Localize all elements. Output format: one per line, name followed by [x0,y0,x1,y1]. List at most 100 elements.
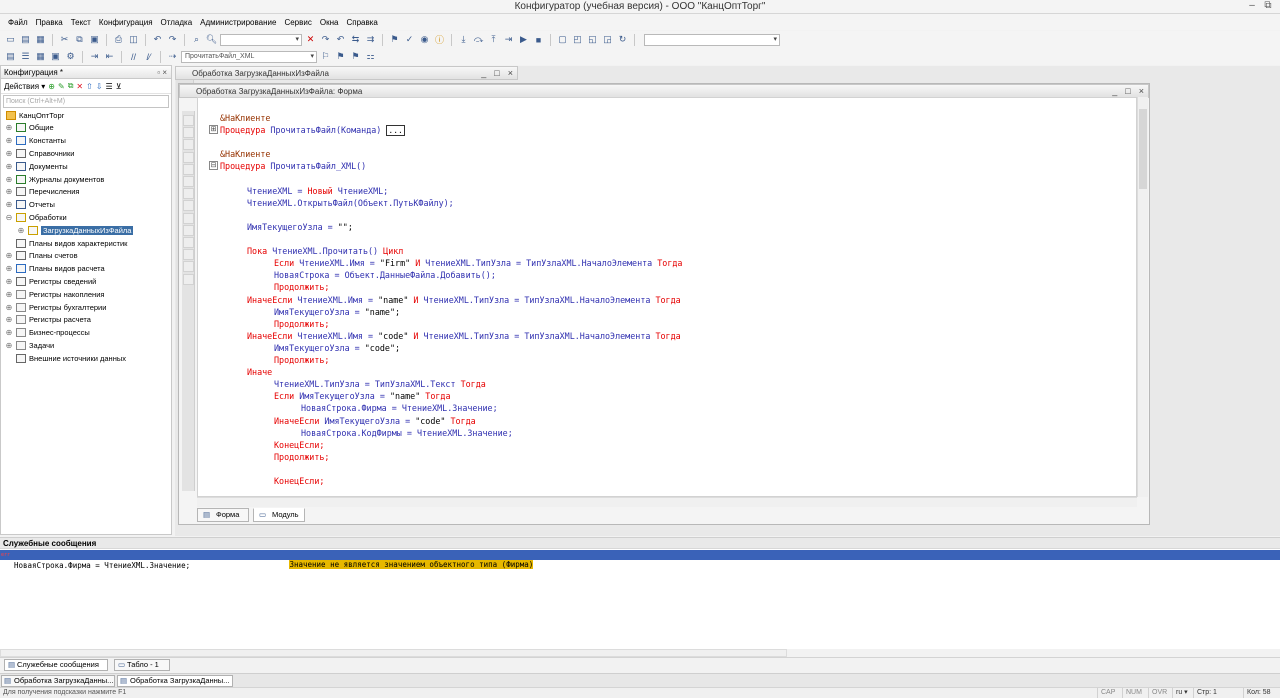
tree-item[interactable]: ⊕ Отчеты [5,199,55,211]
expander-icon[interactable]: ⊕ [5,328,13,337]
taskbar-item[interactable]: ▤ Обработка ЗагрузкаДанны... [1,675,115,687]
tree-item[interactable]: ⊕ Планы счетов [5,250,78,262]
fold-toggle-icon[interactable]: ⊞ [209,125,218,135]
breakpoint-icon[interactable]: ◉ [418,33,431,46]
fold-toggle-icon[interactable]: ⊟ [209,161,218,171]
expander-icon[interactable]: ⊕ [5,162,13,171]
taskbar-item[interactable]: ▤ Обработка ЗагрузкаДанны... [117,675,233,687]
expander-icon[interactable]: ⊕ [17,226,25,235]
menu-item[interactable]: Отладка [157,18,197,27]
prev-bookmark-icon[interactable]: ⚑ [349,50,362,63]
expander-icon[interactable]: ⊕ [5,123,13,132]
menu-item[interactable]: Справка [342,18,381,27]
expander-icon[interactable]: ⊕ [5,200,13,209]
replace-icon[interactable]: ⇆ [349,33,362,46]
expander-icon[interactable]: ⊕ [5,136,13,145]
copy-icon[interactable]: ⧉ [73,33,86,46]
search-combo[interactable]: ▾ [220,33,302,46]
expander-icon[interactable]: ⊕ [5,149,13,158]
new-icon[interactable]: ▭ [4,33,17,46]
code-vertical-scrollbar[interactable] [1137,97,1148,497]
tree-item[interactable]: ⊕ Документы [5,160,68,172]
menu-item[interactable]: Администрирование [196,18,280,27]
find-icon[interactable]: ⌕ [190,33,203,46]
template-icon[interactable]: ▦ [34,50,47,63]
redo-icon[interactable]: ↷ [166,33,179,46]
expander-icon[interactable]: ⊕ [5,277,13,286]
close-icon[interactable]: × [508,67,513,80]
menu-item[interactable]: Окна [316,18,343,27]
tree-item[interactable]: ⊕ Константы [5,135,66,147]
messages-horizontal-scrollbar[interactable] [0,649,787,657]
expander-icon[interactable]: ⊕ [5,341,13,350]
tab-module[interactable]: ▭ Модуль [253,508,305,522]
error-message-line[interactable]: err {Обработка.ЗагрузкаДанныхИзФайла.Форм… [0,550,1280,569]
tree-item[interactable]: ⊕ Перечисления [5,186,79,198]
add-icon[interactable]: ⊕ [48,82,55,91]
tree-item[interactable]: КанцОптТорг [3,109,64,121]
next-bookmark-icon[interactable]: ⚑ [334,50,347,63]
tab-tablo[interactable]: ▭ Табло - 1 [114,659,170,671]
expander-icon[interactable]: ⊕ [5,264,13,273]
clear-bookmarks-icon[interactable]: ⚏ [364,50,377,63]
cascade-icon[interactable]: ◱ [586,33,599,46]
goto-definition-icon[interactable]: ⇢ [166,50,179,63]
collapsed-block-button[interactable]: ... [386,125,405,137]
form-icon[interactable]: ▣ [49,50,62,63]
info-icon[interactable]: ⓘ [433,33,446,46]
clear-icon[interactable]: ✕ [304,33,317,46]
tree-item[interactable]: Внешние источники данных [5,352,126,364]
menu-item[interactable]: Конфигурация [95,18,157,27]
config-combo[interactable]: ▾ [644,33,780,46]
cut-icon[interactable]: ✂ [58,33,71,46]
close-icon[interactable]: ▫ × [157,66,167,79]
tree-item[interactable]: ⊕ Планы видов расчета [5,263,105,275]
indent-icon[interactable]: ⇥ [88,50,101,63]
comment-icon[interactable]: // [127,50,140,63]
wizard-icon[interactable]: ⚙ [64,50,77,63]
step-out-icon[interactable]: ⤒ [487,33,500,46]
menu-item[interactable]: Правка [32,18,67,27]
tab-form[interactable]: ▤ Форма [197,508,249,522]
find-prev-icon[interactable]: ↶ [334,33,347,46]
delete-icon[interactable]: ✕ [76,82,83,91]
tree-item[interactable]: ⊕ Регистры сведений [5,275,96,287]
expander-icon[interactable]: ⊕ [5,251,13,260]
properties-icon[interactable]: ☰ [106,82,113,91]
step-over-icon[interactable]: ⤼ [472,33,485,46]
tree-item[interactable]: ⊕ Общие [5,122,54,134]
menu-item[interactable]: Сервис [280,18,315,27]
find-next-icon[interactable]: ↷ [319,33,332,46]
stop-icon[interactable]: ■ [532,33,545,46]
tree-item[interactable]: Планы видов характеристик [5,237,127,249]
tree-item[interactable]: ⊕ Задачи [5,339,54,351]
search-icon[interactable]: 🔍︎ [205,33,218,46]
open-icon[interactable]: ▤ [19,33,32,46]
procedure-combo[interactable]: ПрочитатьФайл_XML ▾ [181,50,317,63]
run-to-cursor-icon[interactable]: ⇥ [502,33,515,46]
copy-icon[interactable]: ⧉ [68,81,74,91]
tree-item[interactable]: ⊖ Обработки [5,211,67,223]
tree-item[interactable]: ⊕ Регистры расчета [5,314,91,326]
restore-button[interactable]: ⧉ [1260,0,1276,11]
save-icon[interactable]: ▦ [34,33,47,46]
tree-item[interactable]: ⊕ Регистры бухгалтерии [5,301,106,313]
tree-item[interactable]: ⊕ Регистры накопления [5,288,104,300]
move-up-icon[interactable]: ⇧ [86,82,93,91]
layout-icon[interactable]: ◰ [571,33,584,46]
actions-menu[interactable]: Действия ▾ [4,82,45,91]
undo-icon[interactable]: ↶ [151,33,164,46]
expander-icon[interactable]: ⊖ [5,213,13,222]
uncomment-icon[interactable]: /⁄ [142,50,155,63]
maximize-icon[interactable]: □ [494,67,499,80]
expander-icon[interactable]: ⊕ [5,187,13,196]
minimize-icon[interactable]: _ [481,67,486,80]
move-down-icon[interactable]: ⇩ [96,82,103,91]
search-input[interactable]: Поиск (Ctrl+Alt+M) [3,95,169,108]
tree-item[interactable]: ⊕ Справочники [5,147,74,159]
language-indicator[interactable]: ru ▾ [1172,688,1188,698]
edit-icon[interactable]: ✎ [58,82,65,91]
tree-item[interactable]: ⊕ Журналы документов [5,173,104,185]
menu-item[interactable]: Текст [67,18,95,27]
syntax-check-icon[interactable]: ✓ [403,33,416,46]
